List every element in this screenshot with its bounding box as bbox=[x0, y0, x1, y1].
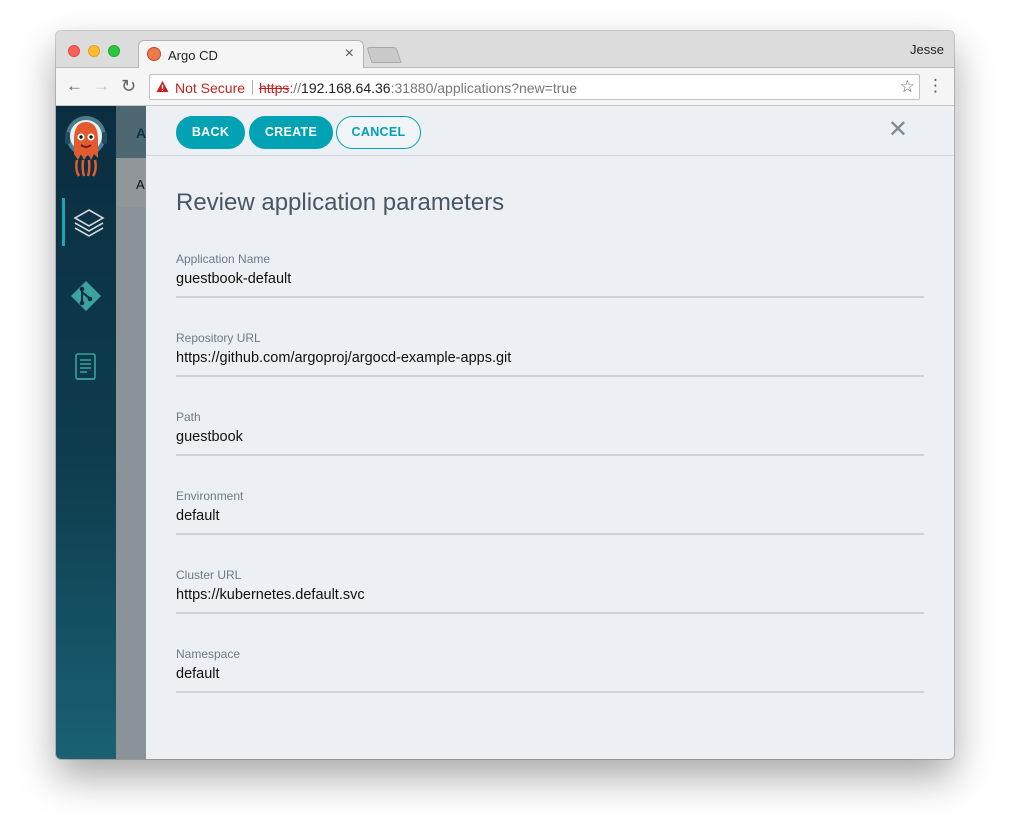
url-text[interactable]: https://192.168.64.36:31880/applications… bbox=[259, 80, 577, 96]
field-label: Path bbox=[176, 410, 201, 424]
url-path: :31880/applications?new=true bbox=[390, 80, 577, 96]
create-button[interactable]: CREATE bbox=[249, 116, 333, 149]
forward-arrow-icon[interactable]: → bbox=[93, 76, 110, 96]
layers-icon bbox=[73, 209, 105, 237]
field-label: Namespace bbox=[176, 647, 241, 661]
field-value: https://kubernetes.default.svc bbox=[176, 587, 365, 603]
field-value: guestbook bbox=[176, 429, 243, 445]
close-tab-icon[interactable]: × bbox=[345, 45, 354, 63]
url-scheme-separator: :// bbox=[289, 80, 302, 96]
git-icon bbox=[71, 281, 101, 311]
application-name-field[interactable]: Application Name guestbook-default bbox=[176, 252, 924, 298]
url-host: 192.168.64.36 bbox=[301, 80, 391, 96]
field-label: Environment bbox=[176, 489, 244, 503]
profile-name[interactable]: Jesse bbox=[910, 42, 944, 57]
panel-toolbar: BACK CREATE CANCEL ✕ bbox=[146, 106, 954, 156]
zoom-window-button[interactable] bbox=[108, 45, 120, 57]
sidebar-item-repositories[interactable] bbox=[62, 271, 110, 319]
warning-icon bbox=[156, 80, 169, 93]
bookmark-star-icon[interactable]: ☆ bbox=[900, 77, 915, 97]
sidebar-item-applications[interactable] bbox=[62, 198, 110, 246]
cluster-url-field[interactable]: Cluster URL https://kubernetes.default.s… bbox=[176, 568, 924, 614]
address-bar[interactable]: Not Secure https://192.168.64.36:31880/a… bbox=[149, 74, 920, 100]
cancel-button[interactable]: CANCEL bbox=[336, 116, 421, 149]
field-value: https://github.com/argoproj/argocd-examp… bbox=[176, 350, 512, 366]
book-icon bbox=[75, 353, 96, 380]
browser-window: Argo CD × Jesse ← → ↻ Not Secure https:/… bbox=[56, 31, 954, 759]
repository-url-field[interactable]: Repository URL https://github.com/argopr… bbox=[176, 331, 924, 377]
environment-field[interactable]: Environment default bbox=[176, 489, 924, 535]
reload-icon[interactable]: ↻ bbox=[121, 76, 136, 96]
browser-tab[interactable]: Argo CD × bbox=[138, 40, 364, 69]
new-tab-button[interactable] bbox=[366, 47, 402, 63]
browser-menu-icon[interactable]: ⋮ bbox=[927, 76, 944, 96]
browser-toolbar: ← → ↻ Not Secure https://192.168.64.36:3… bbox=[56, 68, 954, 106]
minimize-window-button[interactable] bbox=[88, 45, 100, 57]
argo-favicon-icon bbox=[147, 47, 161, 61]
field-value: guestbook-default bbox=[176, 271, 292, 287]
back-arrow-icon[interactable]: ← bbox=[66, 76, 83, 96]
namespace-field[interactable]: Namespace default bbox=[176, 647, 924, 693]
page-content: A A BACK CREATE CANCEL ✕ Review applicat… bbox=[56, 106, 954, 759]
url-scheme: https bbox=[259, 80, 290, 96]
field-label: Repository URL bbox=[176, 331, 261, 345]
sidebar-item-docs[interactable] bbox=[62, 342, 110, 390]
path-field[interactable]: Path guestbook bbox=[176, 410, 924, 456]
field-value: default bbox=[176, 508, 220, 524]
close-window-button[interactable] bbox=[68, 45, 80, 57]
review-panel: BACK CREATE CANCEL ✕ Review application … bbox=[146, 106, 954, 759]
page-title: Review application parameters bbox=[176, 189, 505, 216]
tab-title: Argo CD bbox=[168, 48, 218, 63]
security-label[interactable]: Not Secure bbox=[175, 80, 245, 96]
field-value: default bbox=[176, 666, 220, 682]
field-label: Application Name bbox=[176, 252, 271, 266]
sidebar bbox=[56, 106, 116, 759]
field-label: Cluster URL bbox=[176, 568, 242, 582]
close-panel-icon[interactable]: ✕ bbox=[888, 118, 908, 142]
argo-logo-icon[interactable] bbox=[63, 114, 109, 178]
back-button[interactable]: BACK bbox=[176, 116, 245, 149]
address-divider bbox=[252, 80, 253, 95]
title-bar: Argo CD × Jesse bbox=[56, 31, 954, 69]
underlay-sub-text: A bbox=[136, 177, 145, 192]
underlay-header-text: A bbox=[136, 125, 147, 141]
